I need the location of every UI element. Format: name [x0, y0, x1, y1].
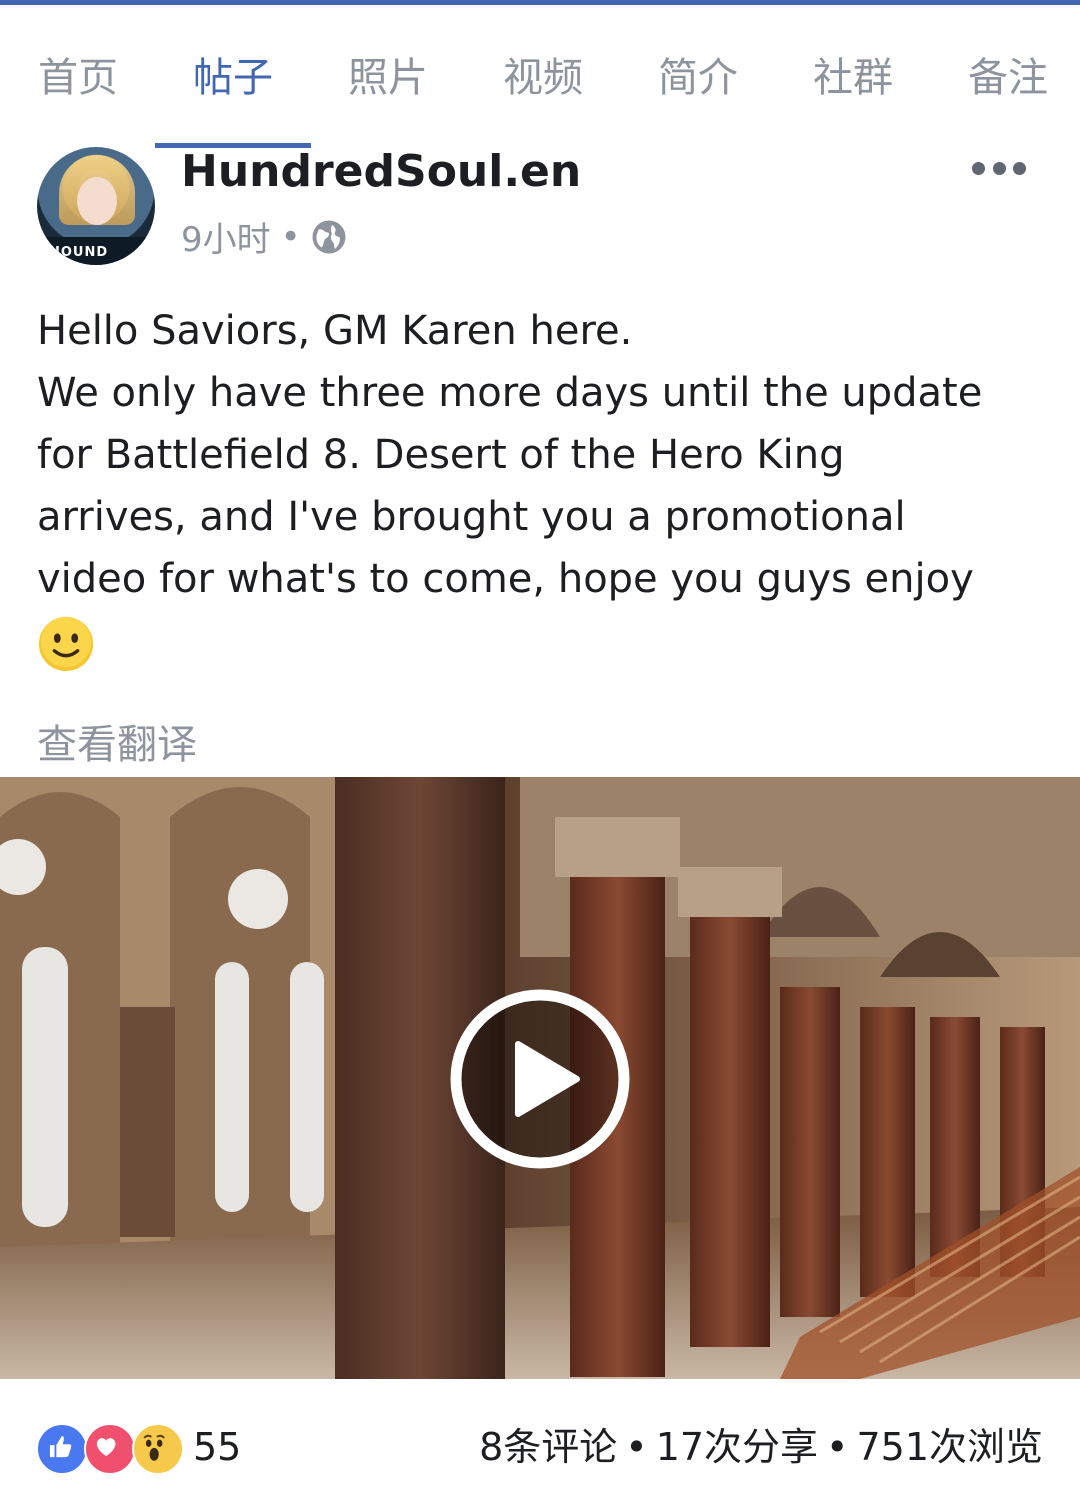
tab-photos[interactable]: 照片: [323, 48, 453, 108]
reaction-count[interactable]: 55: [193, 1423, 241, 1471]
more-options-button[interactable]: [972, 158, 1026, 178]
post-text-line: Hello Saviors, GM Karen here.: [37, 308, 633, 354]
tab-videos[interactable]: 视频: [478, 48, 608, 108]
globe-icon: [312, 220, 346, 253]
dot-icon: [1013, 161, 1026, 175]
slightly-smiling-face-icon: [38, 616, 94, 672]
post-text-line: arrives, and I've brought you a promotio…: [37, 494, 906, 540]
post-text: Hello Saviors, GM Karen here. We only ha…: [37, 300, 1047, 673]
post-text-line: for Battlefield 8. Desert of the Hero Ki…: [37, 432, 845, 478]
meta-separator: •: [280, 216, 301, 257]
avatar-face: [77, 177, 117, 225]
tab-posts[interactable]: 帖子: [168, 48, 298, 108]
post-text-line: video for what's to come, hope you guys …: [37, 556, 974, 602]
post-stats: 8条评论 • 17次分享 • 751次浏览: [479, 1423, 1043, 1471]
avatar-logo-text: HOUND: [49, 245, 109, 260]
post-meta: 9小时 •: [181, 212, 347, 261]
tab-notes[interactable]: 备注: [943, 48, 1073, 108]
dot-icon: [992, 161, 1006, 175]
page-tabs: 首页 帖子 照片 视频 简介 社群 备注: [0, 48, 1080, 108]
comments-count-link[interactable]: 8条评论: [479, 1425, 617, 1469]
page-name[interactable]: HundredSoul.en: [181, 146, 581, 197]
top-accent-bar: [0, 0, 1080, 5]
see-translation-link[interactable]: 查看翻译: [37, 712, 197, 770]
wow-reaction-icon: [132, 1423, 184, 1475]
views-count: 751次浏览: [856, 1425, 1043, 1469]
play-icon[interactable]: [450, 989, 630, 1169]
stats-separator: •: [625, 1425, 648, 1469]
stats-separator: •: [826, 1425, 849, 1469]
dot-icon: [972, 161, 985, 175]
shares-count-link[interactable]: 17次分享: [656, 1425, 818, 1469]
love-reaction-icon: [84, 1423, 136, 1475]
post-text-line: [37, 610, 1047, 673]
reactions-summary[interactable]: [36, 1423, 196, 1475]
like-reaction-icon: [36, 1423, 88, 1475]
avatar[interactable]: HOUND: [37, 147, 155, 265]
post-text-line: We only have three more days until the u…: [37, 370, 983, 416]
tab-community[interactable]: 社群: [788, 48, 918, 108]
tab-home[interactable]: 首页: [13, 48, 143, 108]
tab-about[interactable]: 简介: [633, 48, 763, 108]
post-time[interactable]: 9小时: [181, 212, 271, 261]
